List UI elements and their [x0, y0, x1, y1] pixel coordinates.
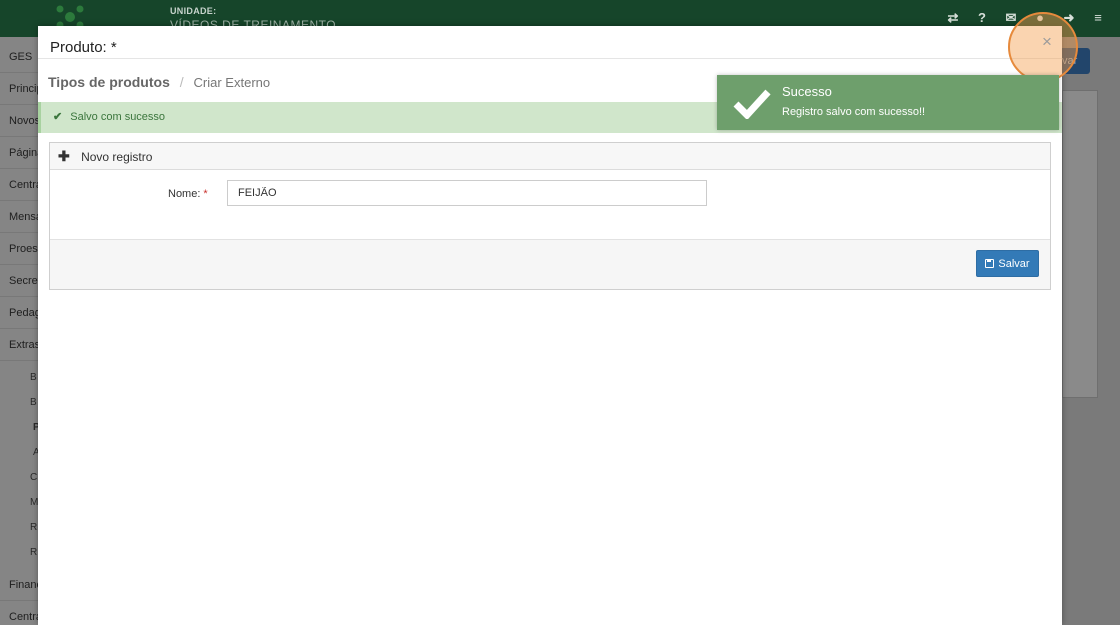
toast-title: Sucesso [782, 84, 832, 99]
sidebar-item-financeiro[interactable]: Financeiro [0, 569, 40, 601]
toast-message: Registro salvo com sucesso!! [782, 106, 926, 118]
checkmark-icon [733, 89, 771, 119]
sidebar-item-proesc[interactable]: Proesc [0, 233, 40, 265]
save-button[interactable]: Salvar [976, 250, 1039, 277]
sidebar-user[interactable]: GES [0, 41, 40, 73]
plus-icon: ✚ [58, 148, 70, 164]
unit-label: UNIDADE: [170, 6, 217, 16]
handshake-icon[interactable]: ⇄ [945, 10, 961, 26]
sidebar-subitem[interactable]: R [0, 540, 40, 565]
sidebar-item-pedagogico[interactable]: Pedagógico [0, 297, 40, 329]
modal-title: Produto: * [50, 39, 117, 56]
form-panel: ✚ Novo registro Nome:* Salvar [49, 142, 1051, 290]
sidebar-item-principal[interactable]: Principal [0, 73, 40, 105]
panel-footer: Salvar [50, 239, 1050, 289]
breadcrumb: Tipos de produtos / Criar Externo [48, 74, 270, 90]
help-icon[interactable]: ? [974, 10, 990, 26]
sidebar-item-central[interactable]: Central [0, 169, 40, 201]
sidebar-item-mensagens[interactable]: Mensagens [0, 201, 40, 233]
mail-icon[interactable]: ✉ [1003, 10, 1019, 26]
panel-title: Novo registro [81, 150, 153, 164]
sidebar: GES Principal Novos Páginas Central Mens… [0, 37, 40, 625]
menu-icon[interactable]: ≡ [1090, 10, 1106, 26]
sidebar-subitem[interactable]: M [0, 490, 40, 515]
breadcrumb-current: Criar Externo [193, 75, 271, 90]
floppy-disk-icon [985, 259, 995, 268]
sidebar-item-central-2[interactable]: Central [0, 601, 40, 625]
sidebar-item-extras[interactable]: Extras [0, 329, 40, 361]
breadcrumb-main[interactable]: Tipos de produtos [48, 74, 170, 90]
name-label: Nome: * [168, 188, 208, 200]
modal-header: Produto: * × [38, 12, 1078, 82]
sidebar-item-paginas[interactable]: Páginas [0, 137, 40, 169]
top-icon-bar: ⇄ ? ✉ ● ➜ ≡ [945, 10, 1106, 26]
background-panel [1062, 90, 1098, 398]
name-label-text: Nome: [168, 188, 201, 200]
sidebar-subitem[interactable]: A [0, 440, 40, 465]
user-icon[interactable]: ● [1032, 10, 1048, 26]
panel-header: ✚ Novo registro [50, 143, 1050, 170]
sidebar-subitem[interactable]: B [0, 365, 40, 390]
sidebar-subitem[interactable]: B [0, 390, 40, 415]
logout-icon[interactable]: ➜ [1061, 10, 1077, 26]
sidebar-subitem-active[interactable]: P [0, 415, 40, 440]
sidebar-item-secretaria[interactable]: Secretaria [0, 265, 40, 297]
sidebar-subitem[interactable]: C [0, 465, 40, 490]
sidebar-subitem[interactable]: R [0, 515, 40, 540]
required-mark: * [203, 188, 208, 200]
close-icon[interactable]: × [1040, 33, 1054, 50]
alert-text: Salvo com sucesso [70, 111, 166, 123]
save-button-label: Salvar [998, 257, 1030, 270]
sidebar-item-novos[interactable]: Novos [0, 105, 40, 137]
name-input[interactable] [227, 180, 707, 206]
breadcrumb-separator: / [179, 74, 184, 90]
check-icon: ✔ [53, 111, 63, 123]
success-toast[interactable]: Sucesso Registro salvo com sucesso!! [717, 75, 1059, 130]
